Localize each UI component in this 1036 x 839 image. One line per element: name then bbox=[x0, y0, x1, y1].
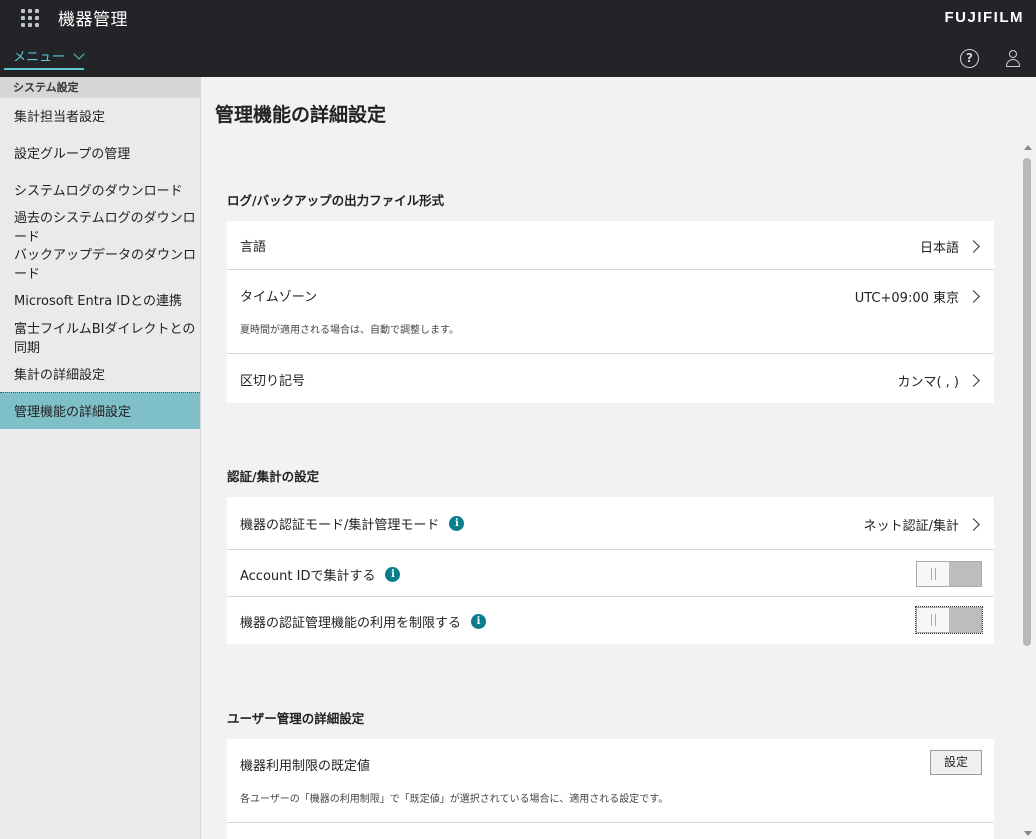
row-description: 夏時間が適用される場合は、自動で調整します。 bbox=[240, 325, 459, 336]
section-title-auth-accounting: 認証/集計の設定 bbox=[227, 469, 320, 484]
toggle-knob bbox=[917, 608, 950, 632]
sidebar-item-admin-details[interactable]: 管理機能の詳細設定 bbox=[0, 392, 200, 430]
sidebar-item-collector-settings[interactable]: 集計担当者設定 bbox=[0, 98, 200, 135]
sidebar-item-label: 管理機能の詳細設定 bbox=[14, 405, 132, 421]
row-language[interactable]: 言語 日本語 bbox=[227, 221, 994, 270]
chevron-right-icon bbox=[967, 240, 980, 253]
sidebar-item-label: 富士フイルムBIダイレクトとの同期 bbox=[14, 321, 196, 356]
chevron-right-icon bbox=[967, 374, 980, 387]
info-icon[interactable]: i bbox=[449, 516, 465, 531]
delimiter-value: カンマ( , ) bbox=[897, 375, 959, 390]
sidebar-section-title: システム設定 bbox=[0, 77, 200, 98]
chevron-right-icon bbox=[967, 290, 980, 303]
row-delimiter[interactable]: 区切り記号 カンマ( , ) bbox=[227, 354, 994, 403]
scroll-thumb[interactable] bbox=[1023, 158, 1031, 646]
chevron-down-icon bbox=[73, 48, 85, 60]
row-restrict-auth: 機器の認証管理機能の利用を制限する i bbox=[227, 597, 994, 644]
sidebar-item-entra-id[interactable]: Microsoft Entra IDとの連携 bbox=[0, 282, 200, 319]
row-value: カンマ( , ) bbox=[897, 371, 980, 390]
info-icon[interactable]: i bbox=[471, 614, 487, 629]
sidebar-item-label: システムログのダウンロード bbox=[14, 183, 183, 199]
row-description: 各ユーザーの「機器の利用制限」で「既定値」が選択されている場合に、適用される設定… bbox=[240, 794, 669, 805]
main-scrollbar[interactable] bbox=[1021, 142, 1033, 839]
section-title-user-management: ユーザー管理の詳細設定 bbox=[227, 711, 365, 726]
account-id-toggle[interactable] bbox=[916, 561, 982, 587]
sidebar-item-label: 集計担当者設定 bbox=[14, 110, 106, 126]
sidebar-item-label: Microsoft Entra IDとの連携 bbox=[14, 294, 183, 310]
user-icon[interactable] bbox=[1005, 50, 1021, 68]
sidebar-item-label: 過去のシステムログのダウンロード bbox=[14, 211, 196, 246]
info-icon[interactable]: i bbox=[385, 567, 401, 582]
restrict-auth-label: 機器の認証管理機能の利用を制限する bbox=[240, 616, 462, 631]
scroll-up-arrow-icon[interactable] bbox=[1024, 145, 1032, 150]
sidebar-item-settings-groups[interactable]: 設定グループの管理 bbox=[0, 135, 200, 172]
restrict-auth-toggle[interactable] bbox=[915, 606, 983, 634]
menu-label: メニュー bbox=[13, 50, 66, 65]
row-label: Account IDで集計する i bbox=[240, 565, 401, 584]
row-value: UTC+09:00 東京 bbox=[854, 287, 980, 306]
auth-mode-value: ネット認証/集計 bbox=[863, 519, 959, 534]
sidebar-item-label: バックアップデータのダウンロード bbox=[14, 248, 197, 283]
row-device-restriction: 機器利用制限の既定値 各ユーザーの「機器の利用制限」で「既定値」が選択されている… bbox=[227, 739, 994, 823]
card-auth-accounting: 機器の認証モード/集計管理モード i ネット認証/集計 Account IDで集… bbox=[227, 497, 994, 644]
sidebar-item-system-log-download[interactable]: システムログのダウンロード bbox=[0, 172, 200, 209]
language-value: 日本語 bbox=[919, 241, 959, 256]
row-value: 日本語 bbox=[919, 237, 980, 256]
row-label: 機器利用制限の既定値 bbox=[240, 759, 371, 774]
row-account-id: Account IDで集計する i bbox=[227, 550, 994, 597]
toggle-knob bbox=[917, 562, 950, 586]
card-user-management: 機器利用制限の既定値 各ユーザーの「機器の利用制限」で「既定値」が選択されている… bbox=[227, 739, 994, 839]
menu-button[interactable]: メニュー bbox=[4, 46, 85, 70]
sidebar-item-label: 設定グループの管理 bbox=[14, 147, 131, 163]
scroll-down-arrow-icon[interactable] bbox=[1024, 831, 1032, 836]
row-label: 区切り記号 bbox=[240, 374, 306, 389]
row-label: 機器の認証管理機能の利用を制限する i bbox=[240, 612, 487, 631]
sidebar-item-bi-direct-sync[interactable]: 富士フイルムBIダイレクトとの同期 bbox=[0, 319, 200, 356]
brand-logo: FUJIFILM bbox=[944, 9, 1024, 26]
help-icon[interactable]: ? bbox=[960, 49, 979, 68]
sidebar: システム設定 集計担当者設定 設定グループの管理 システムログのダウンロード 過… bbox=[0, 77, 201, 839]
sidebar-item-accounting-details[interactable]: 集計の詳細設定 bbox=[0, 356, 200, 393]
app-launcher-icon[interactable] bbox=[21, 9, 39, 27]
top-header: 機器管理 FUJIFILM メニュー ? bbox=[0, 0, 1036, 77]
row-timezone[interactable]: タイムゾーン 夏時間が適用される場合は、自動で調整します。 UTC+09:00 … bbox=[227, 270, 994, 354]
sidebar-item-backup-download[interactable]: バックアップデータのダウンロード bbox=[0, 245, 200, 282]
chevron-right-icon bbox=[967, 518, 980, 531]
sidebar-item-past-system-log-download[interactable]: 過去のシステムログのダウンロード bbox=[0, 208, 200, 245]
sidebar-item-label: 集計の詳細設定 bbox=[14, 367, 106, 383]
main-content: 管理機能の詳細設定 ログ/バックアップの出力ファイル形式 言語 日本語 タイムゾ… bbox=[201, 77, 1036, 839]
page-title: 管理機能の詳細設定 bbox=[215, 104, 387, 126]
row-value: ネット認証/集計 bbox=[863, 515, 980, 534]
row-label: タイムゾーン bbox=[240, 290, 318, 305]
auth-mode-label: 機器の認証モード/集計管理モード bbox=[240, 518, 440, 533]
card-log-format: 言語 日本語 タイムゾーン 夏時間が適用される場合は、自動で調整します。 UTC… bbox=[227, 221, 994, 403]
settings-button[interactable]: 設定 bbox=[930, 750, 982, 775]
account-id-label: Account IDで集計する bbox=[240, 569, 376, 584]
row-auth-mode[interactable]: 機器の認証モード/集計管理モード i ネット認証/集計 bbox=[227, 497, 994, 550]
app-title: 機器管理 bbox=[58, 10, 128, 30]
timezone-value: UTC+09:00 東京 bbox=[854, 291, 959, 306]
row-label: 機器の認証モード/集計管理モード i bbox=[240, 514, 465, 533]
row-label: 言語 bbox=[240, 240, 267, 255]
section-title-log-format: ログ/バックアップの出力ファイル形式 bbox=[227, 193, 445, 208]
